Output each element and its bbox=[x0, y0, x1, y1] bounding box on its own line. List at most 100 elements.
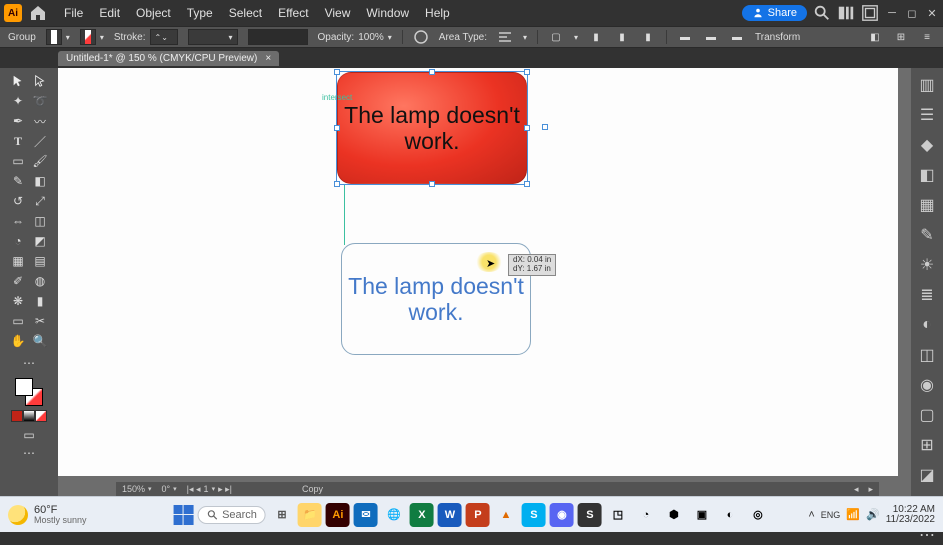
transparency-panel-icon[interactable]: ◫ bbox=[918, 346, 936, 364]
chrome-icon[interactable]: 🌐 bbox=[382, 503, 406, 527]
more-tools-icon[interactable]: ⋯ bbox=[19, 444, 39, 462]
width-tool[interactable]: ⇔ bbox=[8, 212, 28, 230]
drawing-mode-row[interactable] bbox=[11, 410, 47, 422]
app-icon-1[interactable]: ◳ bbox=[606, 503, 630, 527]
align-center-h-icon[interactable]: ▮ bbox=[614, 29, 630, 45]
align-left-icon[interactable]: ▮ bbox=[588, 29, 604, 45]
mesh-tool[interactable]: ▦ bbox=[8, 252, 28, 270]
paintbrush-tool[interactable]: 🖌 bbox=[30, 152, 50, 170]
opacity-value[interactable]: 100% bbox=[358, 32, 384, 43]
brush-definition[interactable]: ▾ bbox=[188, 29, 238, 45]
brushes-panel-icon[interactable]: ✎ bbox=[918, 226, 936, 244]
scale-tool[interactable]: ⤢ bbox=[30, 192, 50, 210]
eyedropper-tool[interactable]: ✐ bbox=[8, 272, 28, 290]
share-button[interactable]: Share bbox=[742, 5, 807, 21]
taskbar-weather[interactable]: 60°F Mostly sunny bbox=[8, 505, 87, 525]
shaper-tool[interactable]: ✎ bbox=[8, 172, 28, 190]
column-graph-tool[interactable]: ▮ bbox=[30, 292, 50, 310]
properties-panel-icon[interactable]: ▥ bbox=[918, 76, 936, 94]
blend-tool[interactable]: ◍ bbox=[30, 272, 50, 290]
direct-selection-tool[interactable] bbox=[30, 72, 50, 90]
graphic-style[interactable] bbox=[248, 29, 308, 45]
explorer-icon[interactable]: 📁 bbox=[298, 503, 322, 527]
slice-tool[interactable]: ✂ bbox=[30, 312, 50, 330]
align-top-icon[interactable]: ▬ bbox=[677, 29, 693, 45]
appearance-panel-icon[interactable]: ◉ bbox=[918, 376, 936, 394]
tray-chevron-icon[interactable]: ˄ bbox=[808, 509, 814, 521]
eraser-tool[interactable]: ◧ bbox=[30, 172, 50, 190]
taskbar-search[interactable]: Search bbox=[197, 506, 266, 524]
menu-effect[interactable]: Effect bbox=[270, 6, 316, 20]
canvas[interactable]: The lamp doesn't work. intersect The lam… bbox=[58, 68, 911, 496]
pen-tool[interactable]: ✒ bbox=[8, 112, 28, 130]
app-icon-3[interactable]: ⬢ bbox=[662, 503, 686, 527]
zoom-field[interactable]: 150%▾ bbox=[122, 484, 152, 494]
word-icon[interactable]: W bbox=[438, 503, 462, 527]
paragraph-align-icon[interactable] bbox=[497, 29, 513, 45]
menu-window[interactable]: Window bbox=[358, 6, 417, 20]
home-icon[interactable] bbox=[28, 3, 48, 23]
menu-select[interactable]: Select bbox=[221, 6, 270, 20]
isolation-mode-icon[interactable]: ◧ bbox=[867, 29, 883, 45]
align-bottom-icon[interactable]: ▬ bbox=[729, 29, 745, 45]
gradient-panel-icon[interactable]: ◐ bbox=[918, 316, 936, 334]
excel-icon[interactable]: X bbox=[410, 503, 434, 527]
rotate-view-field[interactable]: 0°▾ bbox=[162, 484, 177, 494]
skype-icon[interactable]: S bbox=[522, 503, 546, 527]
align-right-icon[interactable]: ▮ bbox=[640, 29, 656, 45]
menu-help[interactable]: Help bbox=[417, 6, 458, 20]
transform-envelope-icon[interactable]: ▢ bbox=[548, 29, 564, 45]
scroll-arrows[interactable]: ◂ ▸ bbox=[854, 484, 873, 495]
stroke-weight-field[interactable]: ⌃⌄ bbox=[150, 29, 178, 45]
align-middle-icon[interactable]: ▬ bbox=[703, 29, 719, 45]
hand-tool[interactable]: ✋ bbox=[8, 332, 28, 350]
curvature-tool[interactable]: 〰 bbox=[30, 112, 50, 130]
snagit-icon[interactable]: S bbox=[578, 503, 602, 527]
powerpoint-icon[interactable]: P bbox=[466, 503, 490, 527]
workspace-icon[interactable] bbox=[861, 4, 879, 22]
window-restore[interactable]: ◻ bbox=[905, 6, 919, 20]
align-panel-icon[interactable]: ⊞ bbox=[918, 436, 936, 454]
color-panel-icon[interactable]: ◧ bbox=[918, 166, 936, 184]
system-tray[interactable]: ˄ ENG 📶 🔊 10:22 AM 11/23/2022 bbox=[808, 505, 935, 525]
graphic-styles-icon[interactable]: ▢ bbox=[918, 406, 936, 424]
menu-view[interactable]: View bbox=[317, 6, 359, 20]
menu-file[interactable]: File bbox=[56, 6, 91, 20]
tray-lang-icon[interactable]: ENG bbox=[821, 510, 841, 520]
gradient-tool[interactable]: ▤ bbox=[30, 252, 50, 270]
screen-mode-icon[interactable]: ▭ bbox=[19, 426, 39, 444]
align-to-icon[interactable]: ⊞ bbox=[893, 29, 909, 45]
window-close[interactable]: ✕ bbox=[925, 6, 939, 20]
prefs-icon[interactable]: ≡ bbox=[919, 29, 935, 45]
selection-tool[interactable] bbox=[8, 72, 28, 90]
tray-wifi-icon[interactable]: 📶 bbox=[846, 508, 860, 521]
line-tool[interactable]: ／ bbox=[30, 132, 50, 150]
app-icon-4[interactable]: ▣ bbox=[690, 503, 714, 527]
task-view-icon[interactable]: ⊞ bbox=[270, 503, 294, 527]
outlook-icon[interactable]: ✉ bbox=[354, 503, 378, 527]
pathfinder-panel-icon[interactable]: ◪ bbox=[918, 466, 936, 484]
taskbar-clock[interactable]: 10:22 AM 11/23/2022 bbox=[886, 505, 935, 525]
app-icon-6[interactable]: ◎ bbox=[746, 503, 770, 527]
free-transform-tool[interactable]: ◫ bbox=[30, 212, 50, 230]
live-corner-widget[interactable] bbox=[542, 124, 548, 130]
close-icon[interactable]: × bbox=[265, 53, 271, 64]
shape-builder-tool[interactable]: ◔ bbox=[8, 232, 28, 250]
arrange-docs-icon[interactable] bbox=[837, 4, 855, 22]
stroke-panel-icon[interactable]: ≣ bbox=[918, 286, 936, 304]
start-button[interactable] bbox=[173, 505, 193, 525]
menu-edit[interactable]: Edit bbox=[91, 6, 128, 20]
menu-object[interactable]: Object bbox=[128, 6, 179, 20]
edit-toolbar-icon[interactable]: ⋯ bbox=[19, 354, 39, 372]
illustrator-icon[interactable]: Ai bbox=[326, 503, 350, 527]
matlab-icon[interactable]: ▲ bbox=[494, 503, 518, 527]
artboard-nav[interactable]: |◂ ◂ 1 ▾ ▸ ▸| bbox=[187, 484, 232, 495]
magic-wand-tool[interactable]: ✦ bbox=[8, 92, 28, 110]
symbol-sprayer-tool[interactable]: ❋ bbox=[8, 292, 28, 310]
app-icon-2[interactable]: ◔ bbox=[634, 503, 658, 527]
app-icon-5[interactable]: ◐ bbox=[718, 503, 742, 527]
stroke-swatch[interactable]: ▾ bbox=[80, 29, 104, 45]
window-minimize[interactable]: ─ bbox=[885, 6, 899, 20]
rotate-tool[interactable]: ↺ bbox=[8, 192, 28, 210]
fill-stroke-swatch[interactable]: ▾ bbox=[46, 29, 70, 45]
